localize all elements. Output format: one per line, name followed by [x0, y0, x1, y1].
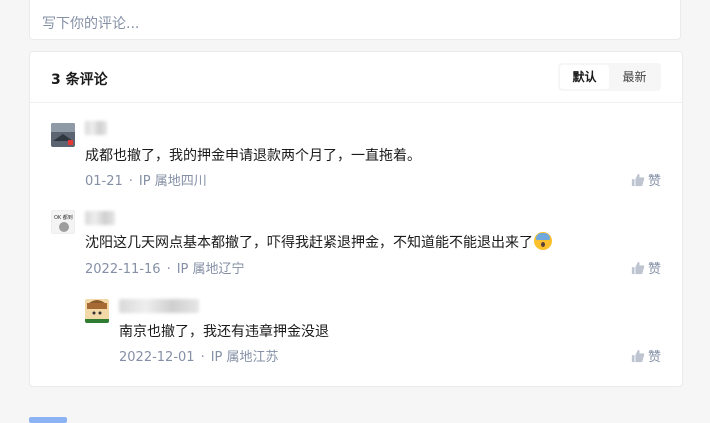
comment-input[interactable]: 写下你的评论... [29, 0, 681, 40]
like-button[interactable]: 赞 [631, 258, 661, 277]
avatar[interactable]: OK 都到 [51, 210, 75, 234]
comment-date: 2022-12-01 [119, 350, 195, 365]
thumb-up-icon [631, 349, 645, 362]
thumb-up-icon [631, 173, 645, 186]
thumb-up-icon [631, 261, 645, 274]
username[interactable] [119, 299, 199, 313]
ip-location: IP 属地江苏 [210, 350, 279, 365]
like-button[interactable]: 赞 [631, 346, 661, 365]
comments-header: 3 条评论 默认 最新 [30, 52, 682, 103]
comment-text: 成都也撤了，我的押金申请退款两个月了，一直拖着。 [85, 148, 421, 164]
like-label: 赞 [647, 350, 661, 365]
username[interactable] [85, 121, 107, 135]
avatar[interactable] [51, 123, 75, 147]
comment-date: 01-21 [85, 174, 123, 189]
ip-location: IP 属地四川 [138, 174, 207, 189]
comment-date: 2022-11-16 [85, 262, 161, 277]
svg-text:OK 都到: OK 都到 [54, 214, 73, 221]
action-button-partial[interactable] [29, 417, 67, 423]
avatar[interactable] [85, 299, 109, 323]
comment-meta: 2022-12-01 · IP 属地江苏 [119, 350, 279, 365]
comment-input-placeholder: 写下你的评论... [42, 16, 140, 32]
ip-location: IP 属地辽宁 [176, 262, 245, 277]
like-label: 赞 [647, 262, 661, 277]
like-button[interactable]: 赞 [631, 170, 661, 189]
comment-meta: 01-21 · IP 属地四川 [85, 174, 207, 189]
sort-default-button[interactable]: 默认 [560, 65, 609, 89]
like-label: 赞 [647, 174, 661, 189]
comment-text: 沈阳这几天网点基本都撤了，吓得我赶紧退押金，不知道能不能退出来了 [85, 232, 552, 252]
comment-text: 南京也撤了，我还有违章押金没退 [119, 324, 329, 340]
sort-latest-button[interactable]: 最新 [610, 65, 659, 89]
comments-section: 3 条评论 默认 最新 成都也撤了，我的押金申请退款两个月了，一直拖着。 01-… [29, 51, 683, 387]
fearful-face-emoji [534, 232, 552, 250]
username[interactable] [85, 211, 115, 225]
comment-count: 3 条评论 [51, 72, 108, 88]
sort-toggle: 默认 最新 [558, 63, 661, 91]
comment-meta: 2022-11-16 · IP 属地辽宁 [85, 262, 245, 277]
